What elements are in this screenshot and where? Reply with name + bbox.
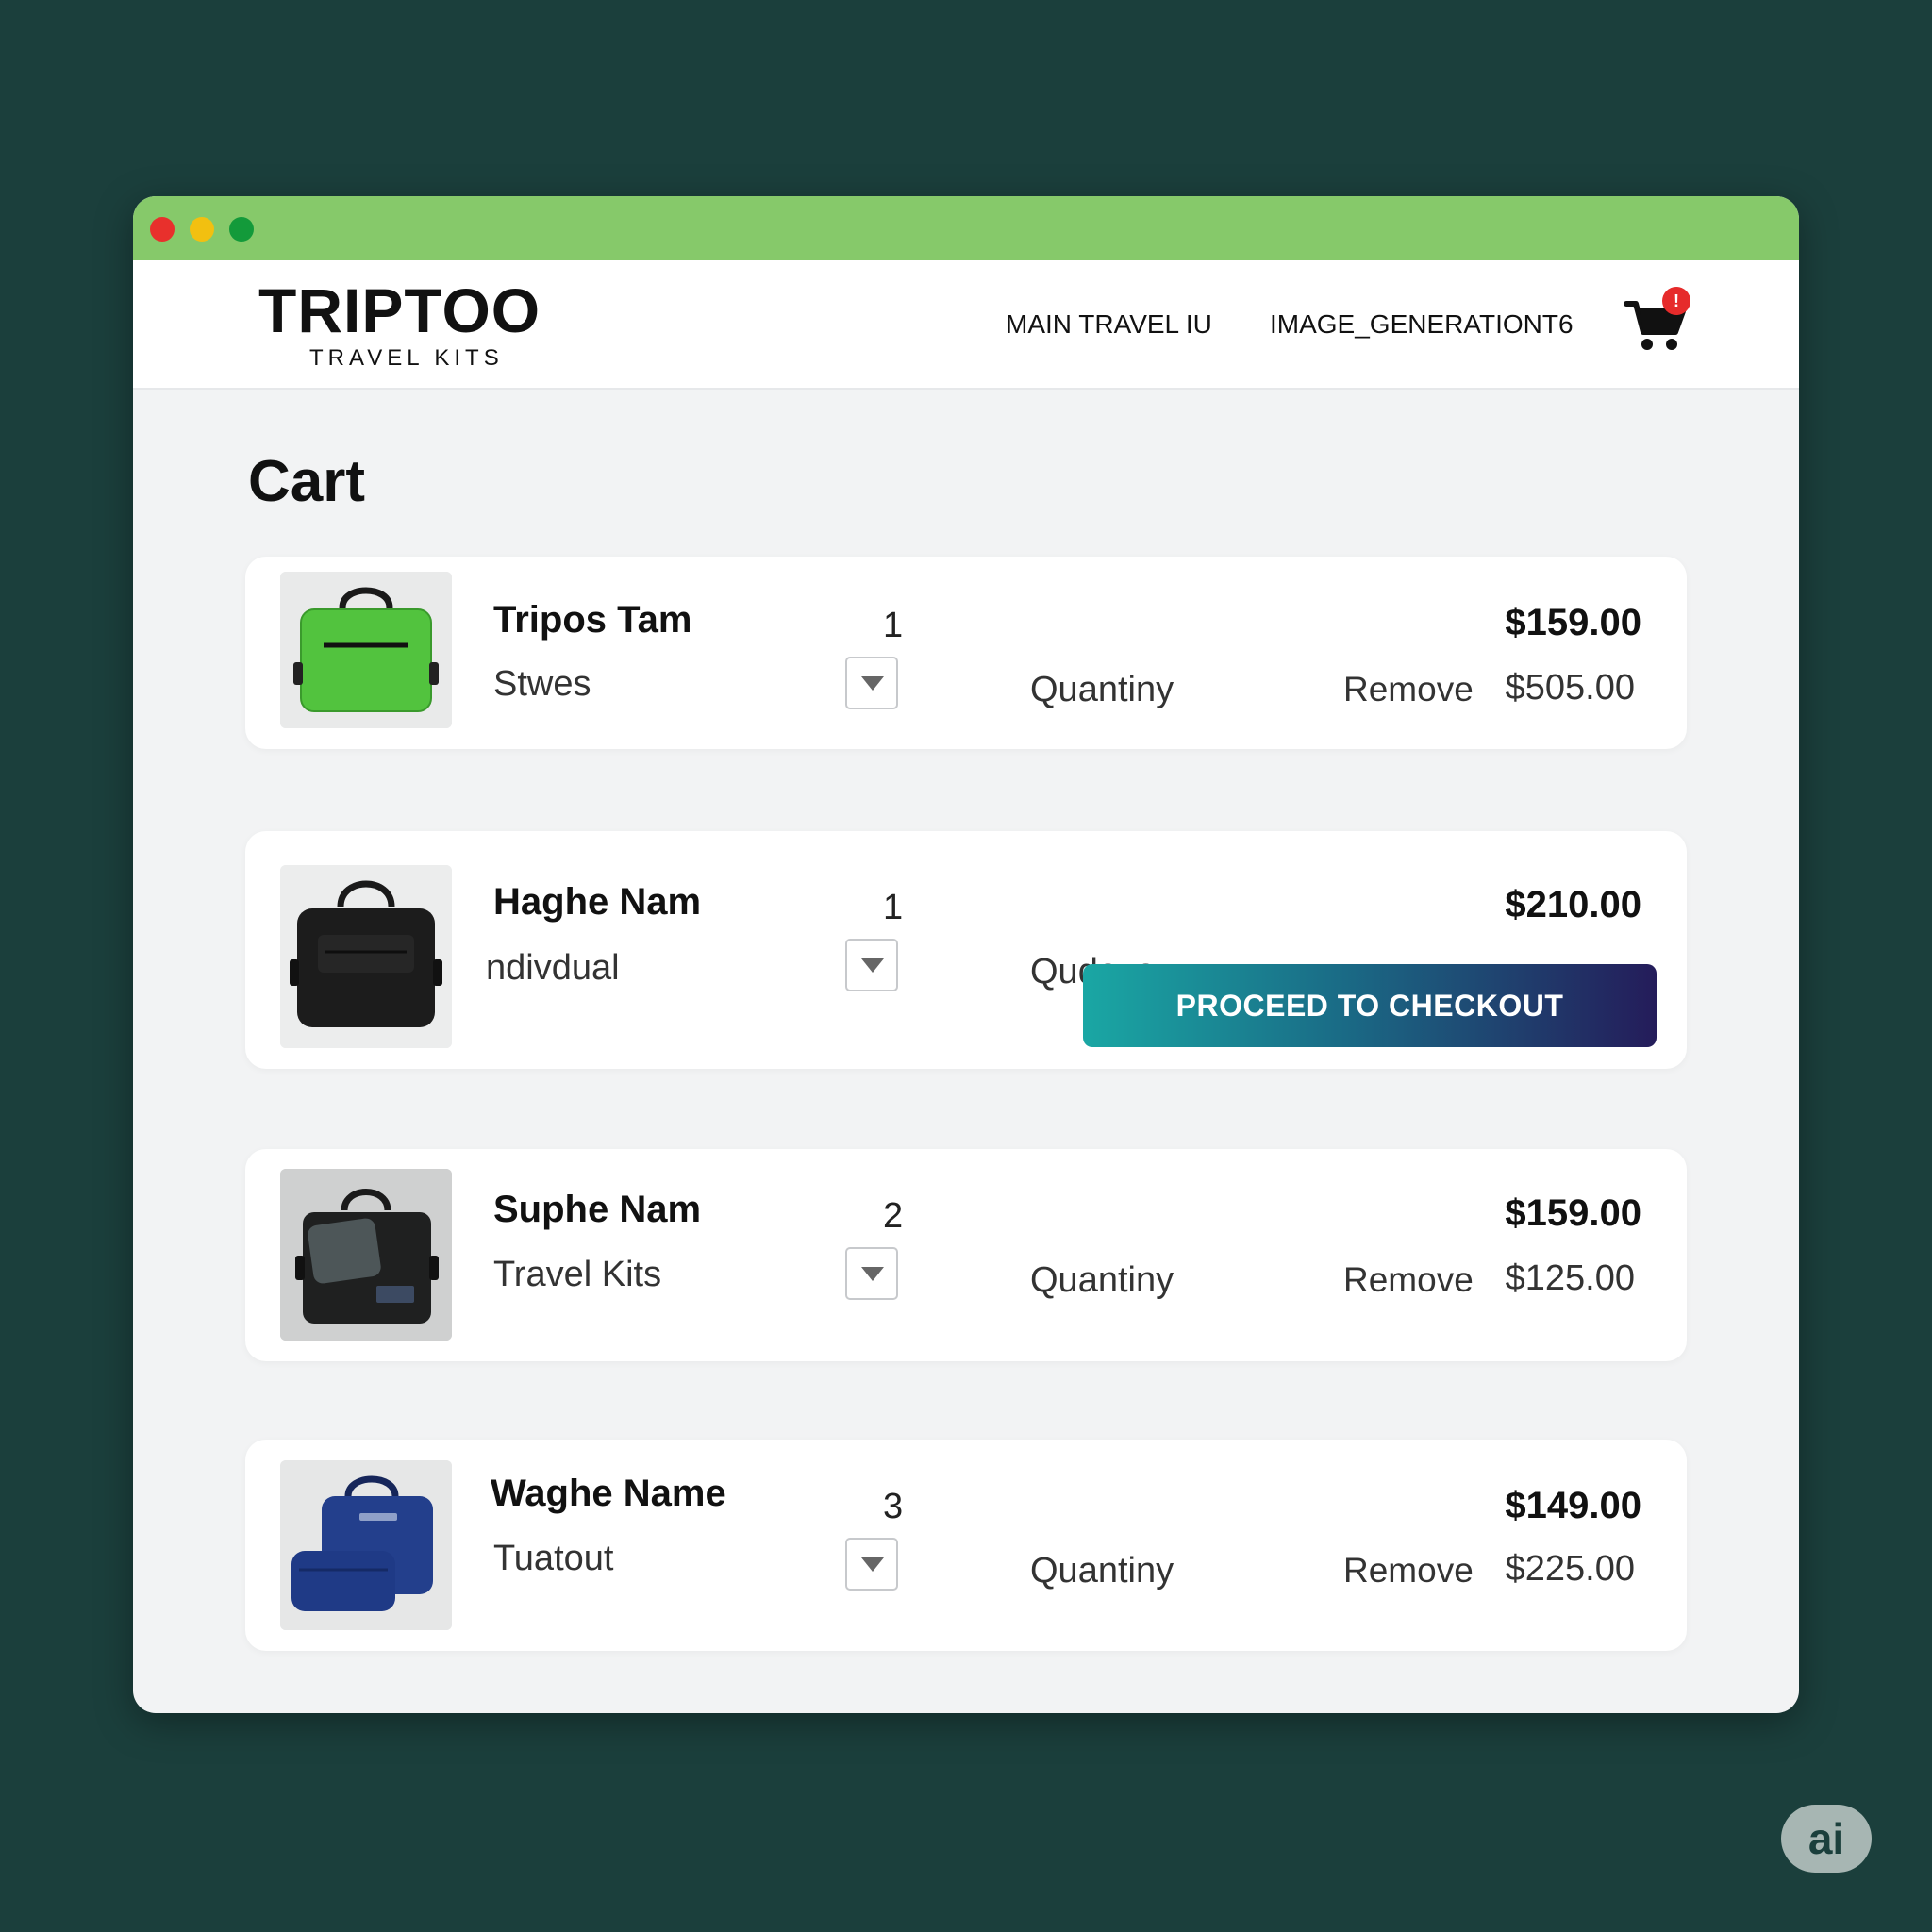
brand-logo[interactable]: TRIPTOO <box>258 279 541 341</box>
brand-tagline: TRAVEL KITS <box>309 345 504 371</box>
green-bag-icon <box>280 572 452 728</box>
item-price: $159.00 <box>1505 1192 1641 1234</box>
quantity-dropdown[interactable] <box>845 1538 898 1591</box>
blue-bag-icon <box>280 1460 452 1630</box>
site-header: TRIPTOO TRAVEL KITS MAIN TRAVEL IU IMAGE… <box>133 260 1799 390</box>
product-thumbnail[interactable] <box>280 1460 452 1630</box>
item-price: $159.00 <box>1505 602 1641 643</box>
quantity-dropdown[interactable] <box>845 1247 898 1300</box>
cart-item: Tripos Tam Stwes 1 Quantiny Remove $159.… <box>245 557 1687 749</box>
quantity-label: Quantiny <box>1030 1260 1174 1300</box>
quantity-label: Quantiny <box>1030 670 1174 709</box>
quantity-dropdown[interactable] <box>845 657 898 709</box>
quantity-value: 1 <box>883 888 904 927</box>
nav-link-image-generation[interactable]: IMAGE_GENERATIONT6 <box>1270 311 1574 338</box>
item-name[interactable]: Tripos Tam <box>493 601 691 639</box>
item-price: $149.00 <box>1505 1485 1641 1526</box>
chevron-down-icon <box>861 958 884 973</box>
cart-count-badge: ! <box>1662 287 1690 315</box>
quantity-dropdown[interactable] <box>845 939 898 991</box>
product-thumbnail[interactable] <box>280 1169 452 1341</box>
chevron-down-icon <box>861 676 884 691</box>
window-titlebar <box>133 196 1799 260</box>
item-name[interactable]: Suphe Nam <box>493 1191 701 1228</box>
item-subtotal: $125.00 <box>1505 1258 1635 1298</box>
remove-button[interactable]: Remove <box>1343 672 1474 707</box>
quantity-value: 3 <box>883 1487 904 1526</box>
item-name[interactable]: Haghe Nam <box>493 883 701 921</box>
cart-item: Suphe Nam Travel Kits 2 Quantiny Remove … <box>245 1149 1687 1361</box>
chevron-down-icon <box>861 1557 884 1572</box>
item-subtitle: ndivdual <box>486 948 620 988</box>
browser-window: TRIPTOO TRAVEL KITS MAIN TRAVEL IU IMAGE… <box>133 196 1799 1713</box>
item-price: $210.00 <box>1505 884 1641 925</box>
product-thumbnail[interactable] <box>280 865 452 1048</box>
black-bag-icon <box>280 865 452 1048</box>
cart-item: Haghe Nam ndivdual 1 Qudove $210.00 PROC… <box>245 831 1687 1069</box>
chevron-down-icon <box>861 1267 884 1281</box>
nav-link-main-travel[interactable]: MAIN TRAVEL IU <box>1006 311 1212 338</box>
item-subtotal: $225.00 <box>1505 1549 1635 1589</box>
remove-button[interactable]: Remove <box>1343 1553 1474 1588</box>
quantity-value: 2 <box>883 1196 904 1236</box>
maximize-window-button[interactable] <box>229 217 254 242</box>
proceed-to-checkout-button[interactable]: PROCEED TO CHECKOUT <box>1083 964 1657 1047</box>
item-name[interactable]: Waghe Name <box>491 1474 726 1512</box>
page-title: Cart <box>248 449 366 514</box>
item-subtotal: $505.00 <box>1505 668 1635 708</box>
item-subtitle: Stwes <box>493 664 591 704</box>
item-subtitle: Tuatout <box>493 1539 614 1578</box>
product-thumbnail[interactable] <box>280 572 452 728</box>
cart-item: Waghe Name Tuatout 3 Quantiny Remove $14… <box>245 1440 1687 1651</box>
item-subtitle: Travel Kits <box>493 1255 662 1294</box>
minimize-window-button[interactable] <box>190 217 214 242</box>
black-bag-with-pouch-icon <box>280 1169 452 1341</box>
remove-button[interactable]: Remove <box>1343 1262 1474 1297</box>
close-window-button[interactable] <box>150 217 175 242</box>
quantity-label: Quantiny <box>1030 1551 1174 1591</box>
quantity-value: 1 <box>883 606 904 645</box>
ai-watermark-badge: ai <box>1781 1805 1872 1873</box>
